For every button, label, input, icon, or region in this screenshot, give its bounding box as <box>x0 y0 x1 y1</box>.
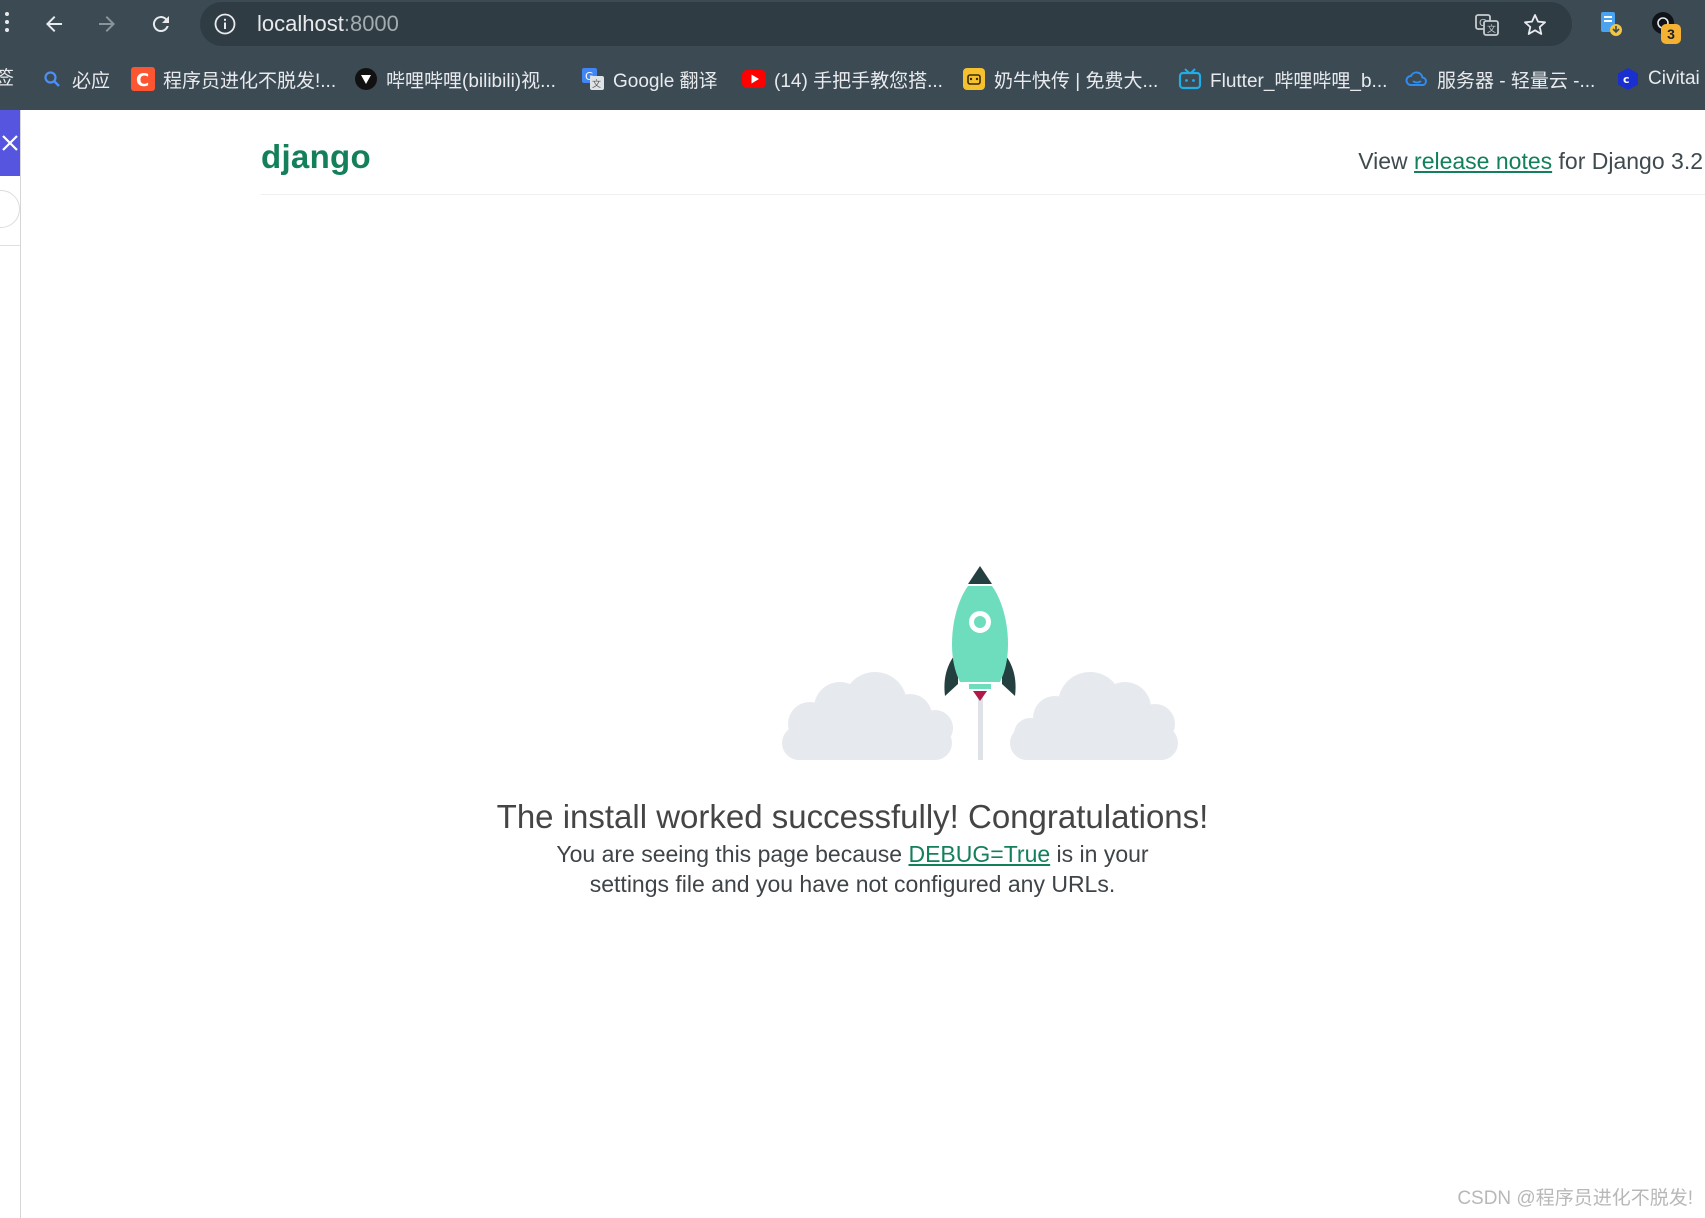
more-menu-icon[interactable] <box>2 12 12 36</box>
svg-text:c: c <box>1623 73 1630 86</box>
bookmark-youtube[interactable]: (14) 手把手教您搭... <box>742 66 943 92</box>
url-text[interactable]: localhost:8000 <box>257 12 399 36</box>
arrow-left-icon <box>46 16 62 32</box>
release-suffix: for Django 3.2 <box>1552 148 1704 174</box>
bookmark-label: 哔哩哔哩(bilibili)视... <box>386 70 556 92</box>
success-headline: The install worked successfully! Congrat… <box>496 798 1209 836</box>
bookmark-star-icon[interactable] <box>1522 12 1548 38</box>
bookmark-bilibili[interactable]: 哔哩哔哩(bilibili)视... <box>354 66 556 92</box>
url-port: :8000 <box>343 11 399 36</box>
browser-toolbar: localhost:8000 G文 3 <box>0 0 1705 48</box>
svg-text:文: 文 <box>592 78 601 90</box>
svg-text:C: C <box>136 70 149 91</box>
bookmark-cow-transfer[interactable]: 奶牛快传 | 免费大... <box>962 66 1158 92</box>
side-panel-close-button[interactable] <box>0 110 20 176</box>
release-notes-link[interactable]: release notes <box>1414 148 1552 174</box>
bookmark-label: (14) 手把手教您搭... <box>774 70 943 92</box>
youtube-icon <box>742 67 766 91</box>
desc-line-2: settings file and you have not configure… <box>589 871 1116 897</box>
svg-text:文: 文 <box>1487 23 1496 35</box>
back-button[interactable] <box>38 8 70 40</box>
arrow-right-icon <box>99 16 115 32</box>
desc-line1-suffix: is in your <box>1050 841 1149 867</box>
forward-button[interactable] <box>91 8 123 40</box>
debug-docs-link[interactable]: DEBUG=True <box>908 841 1050 867</box>
rocket-base <box>969 684 991 689</box>
bilibili-tv-icon <box>1178 67 1202 91</box>
cow-transfer-icon <box>962 67 986 91</box>
rocket-illustration <box>782 566 1178 760</box>
bookmark-label: Google 翻译 <box>613 70 718 92</box>
google-translate-icon: G文 <box>581 67 605 91</box>
bookmark-label: 必应 <box>72 70 111 92</box>
reload-icon <box>152 16 169 33</box>
cloud-icon <box>1405 67 1429 91</box>
bookmark-label: 奶牛快传 | 免费大... <box>994 70 1159 92</box>
bookmark-civitai[interactable]: c Civitai <box>1616 66 1700 92</box>
translate-icon[interactable]: G文 <box>1474 12 1500 38</box>
cloud-right <box>1010 672 1178 760</box>
rocket-body <box>952 586 1008 682</box>
csdn-icon: C <box>131 67 155 91</box>
rocket-flame <box>973 691 987 701</box>
bookmark-bing[interactable]: 必应 <box>40 66 110 92</box>
release-prefix: View <box>1358 148 1415 174</box>
reload-button[interactable] <box>145 8 177 40</box>
site-info-icon[interactable] <box>214 13 236 35</box>
csdn-watermark: CSDN @程序员进化不脱发! <box>1457 1188 1693 1209</box>
bookmark-cut-label[interactable]: 签 <box>0 66 14 92</box>
bookmark-google-translate[interactable]: G文 Google 翻译 <box>581 66 718 92</box>
extension-download-icon[interactable] <box>1597 10 1625 38</box>
bing-search-icon <box>40 67 64 91</box>
bookmark-csdn[interactable]: C 程序员进化不脱发!... <box>131 66 336 92</box>
extension-badge: 3 <box>1661 24 1681 44</box>
debug-description: You are seeing this page because DEBUG=T… <box>0 839 1705 899</box>
bilibili-icon <box>354 67 378 91</box>
side-panel-divider <box>0 245 20 246</box>
desc-line-1: You are seeing this page because DEBUG=T… <box>0 839 1705 869</box>
rocket-nose <box>968 566 992 584</box>
release-notes-text: View release notes for Django 3.2 <box>1358 148 1703 175</box>
civitai-icon: c <box>1616 67 1640 91</box>
address-bar[interactable]: localhost:8000 G文 <box>200 2 1572 46</box>
url-host: localhost <box>257 11 344 36</box>
desc-prefix: You are seeing this page because <box>556 841 909 867</box>
close-icon <box>2 135 18 151</box>
bookmark-label: Flutter_哔哩哔哩_b... <box>1210 70 1388 92</box>
page-header: django View release notes for Django 3.2 <box>261 124 1705 195</box>
side-panel <box>0 110 21 1218</box>
bookmark-flutter-bilibili[interactable]: Flutter_哔哩哔哩_b... <box>1178 66 1387 92</box>
cloud-left <box>782 672 953 760</box>
django-logo[interactable]: django <box>261 138 371 176</box>
bookmark-label: Civitai <box>1648 68 1700 89</box>
bookmarks-bar: 签 必应 C 程序员进化不脱发!... 哔哩哔哩(bilibili)视... G… <box>0 48 1705 110</box>
bookmark-label: 服务器 - 轻量云 -... <box>1437 70 1596 92</box>
bookmark-label: 程序员进化不脱发!... <box>163 70 337 92</box>
bookmark-server-cloud[interactable]: 服务器 - 轻量云 -... <box>1405 66 1595 92</box>
rocket-exhaust <box>978 694 983 760</box>
